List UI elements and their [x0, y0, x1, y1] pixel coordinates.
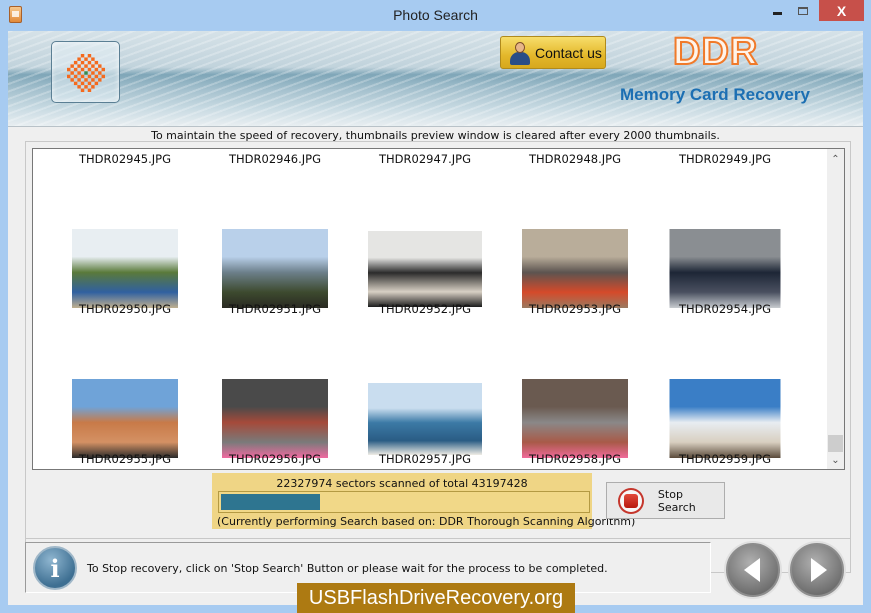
logo-checker-icon	[67, 54, 105, 92]
product-name: Memory Card Recovery	[620, 85, 810, 104]
next-button[interactable]	[790, 543, 844, 597]
maximize-icon	[798, 6, 808, 15]
info-icon: i	[33, 546, 77, 590]
thumbnail-filename: THDR02958.JPG	[529, 452, 621, 466]
thumbnail-image[interactable]	[222, 229, 328, 308]
watermark: USBFlashDriveRecovery.org	[297, 583, 575, 613]
thumbnail-item[interactable]: THDR02946.JPG	[200, 149, 350, 166]
thumbnail-image[interactable]	[368, 382, 482, 455]
vertical-scrollbar[interactable]: ⌃ ⌄	[827, 149, 844, 469]
thumbnail-item[interactable]: THDR02959.JPG	[650, 309, 800, 466]
thumbnail-filename: THDR02955.JPG	[79, 452, 171, 466]
header-banner: Contact us DDR Memory Card Recovery	[8, 30, 863, 127]
contact-us-button[interactable]: Contact us	[500, 36, 606, 69]
thumbnail-item[interactable]: THDR02950.JPG	[50, 159, 200, 316]
thumbnail-item[interactable]: THDR02957.JPG	[350, 309, 500, 466]
thumbnail-filename: THDR02959.JPG	[679, 452, 771, 466]
stop-icon	[618, 487, 644, 514]
arrow-right-icon	[811, 558, 827, 582]
thumbnail-image[interactable]	[522, 379, 628, 458]
scroll-thumb[interactable]	[828, 435, 843, 452]
thumbnail-image[interactable]	[368, 230, 482, 307]
sectors-scanned-text: 22327974 sectors scanned of total 431974…	[276, 477, 528, 490]
thumbnail-grid[interactable]: ⌃ ⌄ THDR02945.JPG THDR02946.JPG THDR02947.…	[32, 148, 845, 470]
thumbnail-item[interactable]: THDR02955.JPG	[50, 309, 200, 466]
thumbnail-image[interactable]	[669, 229, 781, 308]
thumbnail-image[interactable]	[222, 379, 328, 458]
algorithm-text: (Currently performing Search based on: D…	[217, 515, 636, 528]
thumbnail-item[interactable]: THDR02947.JPG	[350, 149, 500, 166]
thumbnail-image[interactable]	[669, 379, 781, 458]
thumbnail-item[interactable]: THDR02954.JPG	[650, 159, 800, 316]
maximize-button[interactable]	[790, 0, 816, 21]
status-message: To Stop recovery, click on 'Stop Search'…	[87, 562, 608, 575]
thumbnail-item[interactable]: THDR02948.JPG	[500, 149, 650, 166]
window-title: Photo Search	[393, 7, 478, 23]
scroll-down-icon[interactable]: ⌄	[827, 452, 844, 469]
thumbnail-item[interactable]: THDR02951.JPG	[200, 159, 350, 316]
person-icon	[509, 40, 531, 66]
close-icon: X	[836, 2, 847, 19]
progress-bar	[218, 491, 590, 513]
divider	[25, 538, 851, 539]
contact-us-label: Contact us	[535, 44, 602, 61]
thumbnail-item[interactable]: THDR02956.JPG	[200, 309, 350, 466]
thumbnail-filename: THDR02957.JPG	[379, 452, 471, 466]
stop-search-label: Stop Search	[657, 487, 696, 514]
thumbnail-item[interactable]: THDR02945.JPG	[50, 149, 200, 166]
progress-panel: 22327974 sectors scanned of total 431974…	[212, 473, 635, 529]
close-button[interactable]: X	[819, 0, 864, 21]
thumbnail-item[interactable]: THDR02949.JPG	[650, 149, 800, 166]
minimize-icon	[772, 12, 782, 15]
thumbnail-image[interactable]	[72, 379, 178, 458]
arrow-left-icon	[743, 558, 760, 582]
thumbnail-item[interactable]: THDR02952.JPG	[350, 159, 500, 316]
progress-bar-fill	[221, 494, 320, 510]
thumbnail-image[interactable]	[72, 229, 178, 308]
thumbnail-item[interactable]: THDR02953.JPG	[500, 159, 650, 316]
app-logo	[51, 41, 120, 103]
stop-search-button[interactable]: Stop Search	[606, 482, 725, 519]
scroll-up-icon[interactable]: ⌃	[827, 151, 844, 168]
thumbnail-image[interactable]	[522, 229, 628, 308]
window-client: Contact us DDR Memory Card Recovery To m…	[8, 30, 863, 605]
minimize-button[interactable]	[764, 0, 790, 21]
back-button[interactable]	[726, 543, 780, 597]
thumbnail-filename: THDR02956.JPG	[229, 452, 321, 466]
brand-logo: DDR	[672, 30, 759, 74]
title-bar: Photo Search X	[0, 0, 871, 31]
thumbnail-item[interactable]: THDR02958.JPG	[500, 309, 650, 466]
